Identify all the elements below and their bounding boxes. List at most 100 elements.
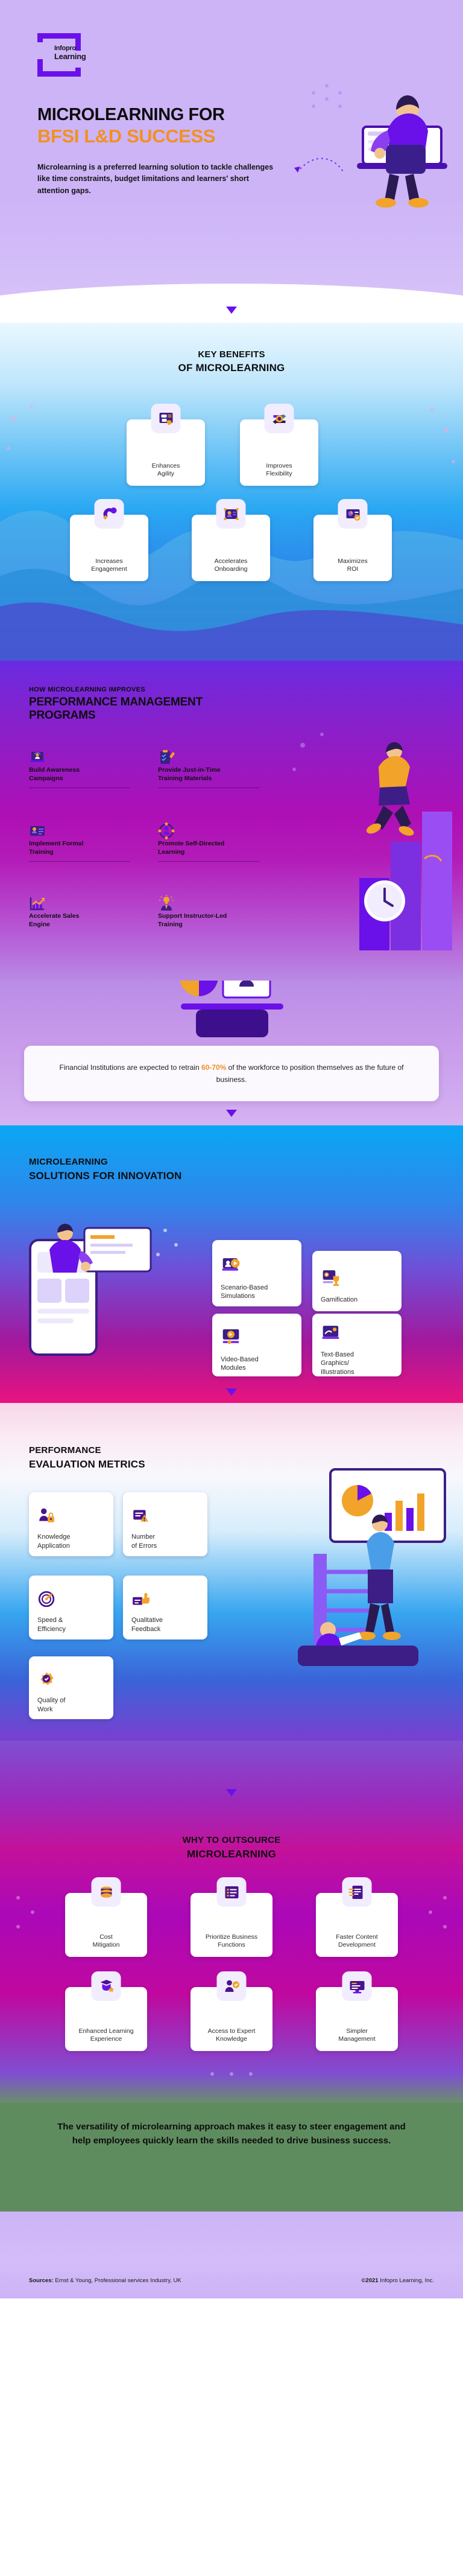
innovation-title-line-1: MICROLEARNING	[29, 1157, 108, 1167]
profile-card-icon	[216, 499, 246, 529]
performance-management-section: HOW MICROLEARNING IMPROVES PERFORMANCE M…	[0, 661, 463, 981]
innovation-card-video-based[interactable]: Video-Based Modules	[212, 1314, 301, 1376]
logo-line-1: Infopro	[54, 45, 76, 52]
metrics-title-line-2: EVALUATION METRICS	[29, 1458, 145, 1470]
statistic-text-before: Financial Institutions are expected to r…	[59, 1063, 201, 1072]
outsource-title-line-1: WHY TO OUTSOURCE	[182, 1835, 281, 1845]
growth-chart-icon	[29, 895, 130, 912]
conclusion-text: The versatility of microlearning approac…	[57, 2122, 406, 2146]
section-arrow-2	[226, 1110, 237, 1117]
metrics-title-line-1: PERFORMANCE	[29, 1445, 101, 1455]
id-card-icon	[29, 822, 130, 839]
clipboard-pencil-icon	[158, 749, 259, 766]
quality-gear-icon	[37, 1670, 55, 1691]
innovation-section: MICROLEARNING SOLUTIONS FOR INNOVATION S…	[0, 1125, 463, 1403]
performance-item-label: Support Instructor-Led Training	[158, 912, 227, 929]
priority-list-icon	[216, 1877, 247, 1907]
footer-section: Sources: Ernst & Young, Professional ser…	[0, 2212, 463, 2298]
person-lock-icon	[37, 1507, 55, 1528]
sources: Sources: Ernst & Young, Professional ser…	[29, 2277, 181, 2284]
monitor-manage-icon	[342, 1971, 372, 2001]
performance-item-divider	[29, 787, 130, 789]
innovation-card-text-based[interactable]: Text-Based Graphics/ Illustrations	[312, 1314, 402, 1376]
benefit-card-enhances-agility[interactable]: Enhances Agility	[127, 404, 205, 486]
hero-title-line-1: MICROLEARNING FOR	[37, 105, 225, 124]
outsource-card-access-expert[interactable]: Access to Expert Knowledge	[191, 1971, 272, 2051]
sources-label: Sources:	[29, 2277, 54, 2284]
outsource-card-enhanced-learning[interactable]: Enhanced Learning Experience	[65, 1971, 147, 2051]
statistic-card: Financial Institutions are expected to r…	[24, 1046, 439, 1101]
performance-item-label: Accelerate Sales Engine	[29, 912, 80, 929]
benefits-title-line-1: KEY BENEFITS	[198, 349, 265, 360]
outsource-card-label: Access to Expert Knowledge	[207, 2027, 256, 2043]
benefit-label: Maximizes ROI	[338, 557, 368, 573]
outsource-card-faster-content[interactable]: Faster Content Development	[316, 1877, 398, 1957]
metric-card-label: Knowledge Application	[37, 1533, 71, 1550]
performance-item-self-directed[interactable]: Promote Self-Directed Learning	[158, 822, 259, 862]
sources-value: Ernst & Young, Professional services Ind…	[55, 2277, 181, 2284]
image-graphic-icon	[321, 1322, 345, 1346]
section-arrow-3	[226, 1388, 237, 1396]
performance-item-divider	[158, 861, 259, 862]
metric-card-number-of-errors[interactable]: Number of Errors	[123, 1492, 207, 1556]
laptop-broadcast-icon	[29, 749, 130, 766]
metric-card-speed-efficiency[interactable]: Speed & Efficiency	[29, 1576, 113, 1639]
outsource-card-prioritize-business[interactable]: Prioritize Business Functions	[191, 1877, 272, 1957]
logo-text: Infopro Learning	[54, 45, 86, 60]
metric-card-label: Number of Errors	[131, 1533, 157, 1550]
coin-stack-icon	[91, 1877, 121, 1907]
section-arrow-1	[226, 307, 237, 314]
performance-item-just-in-time[interactable]: Provide Just-in-Time Training Materials	[158, 749, 259, 789]
learning-star-icon	[91, 1971, 121, 2001]
metric-card-label: Speed & Efficiency	[37, 1617, 66, 1633]
benefit-label: Accelerates Onboarding	[214, 557, 248, 573]
expert-person-icon	[216, 1971, 247, 2001]
performance-illustration	[292, 733, 452, 950]
logo-line-2: Learning	[54, 51, 86, 61]
performance-item-instructor-led[interactable]: Support Instructor-Led Training	[158, 895, 259, 929]
statistic-highlight: 60-70%	[201, 1063, 227, 1072]
outsource-card-label: Prioritize Business Functions	[205, 1933, 258, 1949]
benefit-label: Enhances Agility	[151, 462, 180, 478]
outsource-card-label: Enhanced Learning Experience	[78, 2027, 134, 2043]
exchange-arrows-icon	[264, 404, 294, 433]
error-document-icon	[131, 1507, 150, 1528]
innovation-card-label: Text-Based Graphics/ Illustrations	[321, 1351, 354, 1376]
performance-item-sales-engine[interactable]: Accelerate Sales Engine	[29, 895, 130, 929]
benefit-card-maximizes-roi[interactable]: Maximizes ROI	[313, 499, 392, 581]
metric-card-qualitative-feedback[interactable]: Qualitative Feedback	[123, 1576, 207, 1639]
performance-item-formal-training[interactable]: Implement Formal Training	[29, 822, 130, 862]
copyright: ©2021 Infopro Learning, Inc.	[361, 2277, 434, 2284]
metric-card-label: Qualitative Feedback	[131, 1617, 163, 1633]
performance-item-divider	[29, 861, 130, 862]
metrics-illustration	[298, 1468, 446, 1666]
performance-item-label: Implement Formal Training	[29, 840, 84, 856]
conclusion-section: The versatility of microlearning approac…	[0, 2103, 463, 2212]
network-user-icon	[158, 822, 259, 839]
hero-title-line-2: BFSI L&D SUCCESS	[37, 126, 216, 147]
copyright-text: Infopro Learning, Inc.	[380, 2277, 434, 2284]
key-benefits-section: KEY BENEFITS OF MICROLEARNING Enhances A…	[0, 323, 463, 661]
performance-item-label: Build Awareness Campaigns	[29, 766, 80, 783]
thumbs-up-icon	[131, 1590, 150, 1611]
benefit-card-accelerates-onboarding[interactable]: Accelerates Onboarding	[192, 499, 270, 581]
benefit-card-increases-engagement[interactable]: Increases Engagement	[70, 499, 148, 581]
performance-title-line-1: PERFORMANCE MANAGEMENT	[29, 696, 203, 708]
metric-card-quality-of-work[interactable]: Quality of Work	[29, 1656, 113, 1719]
innovation-card-gamification[interactable]: Gamification	[312, 1251, 402, 1311]
innovation-card-scenario-based[interactable]: Scenario-Based Simulations	[212, 1240, 301, 1306]
metric-card-knowledge-application[interactable]: Knowledge Application	[29, 1492, 113, 1556]
magnet-icon	[94, 499, 124, 529]
innovation-card-label: Gamification	[321, 1296, 358, 1303]
video-player-icon	[221, 1326, 245, 1350]
video-people-icon	[221, 1255, 245, 1279]
metrics-section: PERFORMANCE EVALUATION METRICS Knowledge…	[0, 1403, 463, 1741]
benefits-title-line-2: OF MICROLEARNING	[178, 362, 285, 374]
performance-item-build-awareness[interactable]: Build Awareness Campaigns	[29, 749, 130, 789]
metric-card-label: Quality of Work	[37, 1697, 66, 1713]
outsource-card-label: Cost Mitigation	[92, 1933, 120, 1949]
benefit-label: Improves Flexibility	[266, 462, 292, 478]
outsource-card-cost-mitigation[interactable]: Cost Mitigation	[65, 1877, 147, 1957]
benefit-card-improves-flexibility[interactable]: Improves Flexibility	[240, 404, 318, 486]
outsource-card-simpler-management[interactable]: Simpler Management	[316, 1971, 398, 2051]
